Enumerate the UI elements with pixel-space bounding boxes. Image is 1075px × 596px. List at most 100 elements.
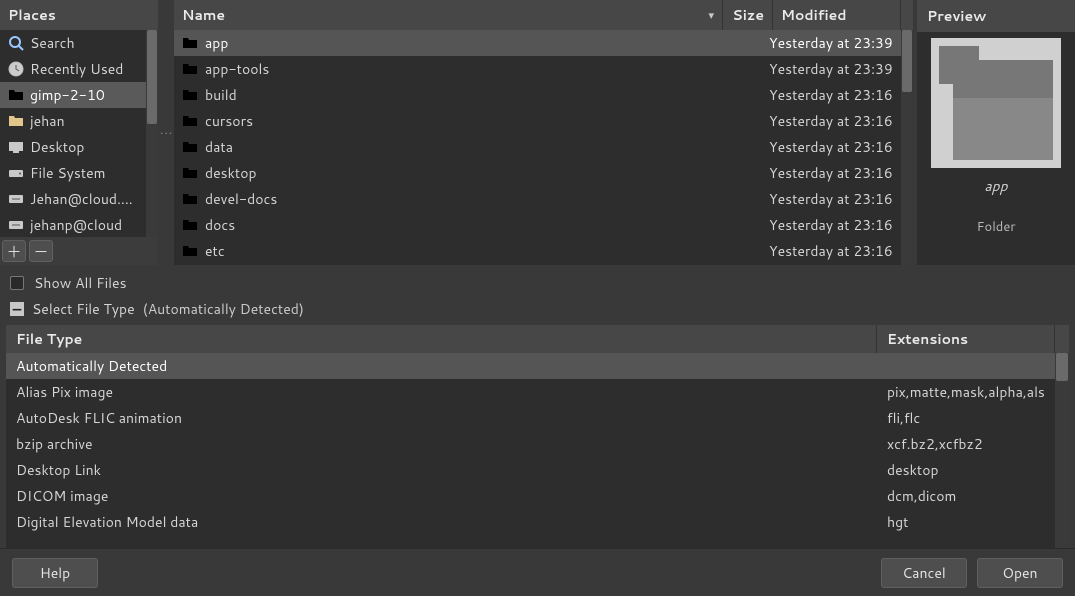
file-type-row[interactable]: DICOM image dcm,dicom (6, 483, 1055, 509)
file-row[interactable]: cursors Yesterday at 23:16 (174, 108, 901, 134)
places-item-label: File System (30, 163, 106, 183)
file-type-row[interactable]: Digital Elevation Model data hgt (6, 509, 1055, 535)
file-type-row[interactable]: Automatically Detected (6, 353, 1055, 379)
places-item-label: jehan (30, 111, 65, 131)
show-all-files-label: Show All Files (34, 273, 127, 293)
file-list-scrollbar-thumb[interactable] (902, 30, 912, 92)
file-name-label: desktop (205, 163, 257, 183)
file-type-header: File Type Extensions (6, 325, 1069, 353)
folder-icon (182, 191, 198, 207)
dialog-button-bar: Help Cancel Open (0, 548, 1075, 596)
sort-indicator-icon: ▾ (708, 7, 714, 23)
places-item-cloud2[interactable]: jehanp@cloud (0, 212, 146, 237)
places-scrollbar[interactable] (146, 30, 158, 237)
file-name-label: build (205, 85, 237, 105)
places-item-cloud1[interactable]: Jehan@cloud.... (0, 186, 146, 212)
file-type-row[interactable]: Alias Pix image pix,matte,mask,alpha,als (6, 379, 1055, 405)
file-type-label: AutoDesk FLIC animation (6, 408, 877, 428)
column-header-modified[interactable]: Modified (773, 0, 901, 30)
folder-icon (182, 61, 198, 77)
file-modified-label: Yesterday at 23:16 (765, 241, 893, 261)
file-type-extensions: xcf.bz2,xcfbz2 (877, 434, 1055, 454)
file-rows: app Yesterday at 23:39 app-tools Yesterd… (174, 30, 901, 265)
places-item-gimp[interactable]: gimp-2-10 (0, 82, 146, 108)
expander-toggle-icon[interactable]: − (10, 302, 24, 316)
places-item-label: gimp-2-10 (30, 85, 105, 105)
places-item-jehan[interactable]: jehan (0, 108, 146, 134)
places-scrollbar-thumb[interactable] (147, 30, 157, 124)
help-button[interactable]: Help (12, 558, 98, 588)
places-item-label: Jehan@cloud.... (30, 189, 133, 209)
cancel-button[interactable]: Cancel (881, 558, 967, 588)
places-item-fs[interactable]: File System (0, 160, 146, 186)
file-type-label: Automatically Detected (6, 356, 877, 376)
folder-icon (182, 87, 198, 103)
file-type-label: Digital Elevation Model data (6, 512, 877, 532)
preview-item-kind: Folder (977, 218, 1016, 236)
file-list-panel: Name ▾ Size Modified app Yesterday at 23… (174, 0, 913, 265)
file-name-label: app-tools (205, 59, 269, 79)
remove-bookmark-button[interactable]: － (29, 240, 53, 262)
file-name-label: data (205, 137, 233, 157)
column-header-size[interactable]: Size (723, 0, 773, 30)
file-name-label: etc (205, 241, 225, 261)
places-item-label: Recently Used (30, 59, 123, 79)
places-panel: Places Search Recently Used gimp-2-10 je… (0, 0, 158, 265)
file-row[interactable]: docs Yesterday at 23:16 (174, 212, 901, 238)
file-type-extensions: dcm,dicom (877, 486, 1055, 506)
file-row[interactable]: devel-docs Yesterday at 23:16 (174, 186, 901, 212)
selected-file-type-label: (Automatically Detected) (143, 299, 304, 319)
file-type-label: DICOM image (6, 486, 877, 506)
places-item-label: Desktop (30, 137, 84, 157)
preview-thumbnail (931, 38, 1061, 168)
search-icon (8, 35, 24, 51)
show-all-files-row[interactable]: Show All Files (10, 273, 1065, 293)
open-button[interactable]: Open (977, 558, 1063, 588)
drive-icon (8, 165, 24, 181)
preview-panel: Preview app Folder (917, 0, 1075, 265)
places-item-search[interactable]: Search (0, 30, 146, 56)
net-icon (8, 191, 24, 207)
preview-header: Preview (917, 0, 1075, 32)
places-item-desktop[interactable]: Desktop (0, 134, 146, 160)
clock-icon (8, 61, 24, 77)
file-name-label: app (205, 33, 228, 53)
splitter-handle[interactable]: ⋮ (162, 0, 170, 265)
file-type-scrollbar-thumb[interactable] (1056, 353, 1068, 381)
file-row[interactable]: etc Yesterday at 23:16 (174, 238, 901, 264)
places-item-recent[interactable]: Recently Used (0, 56, 146, 82)
file-type-label: bzip archive (6, 434, 877, 454)
file-type-scrollbar[interactable] (1055, 353, 1069, 548)
file-modified-label: Yesterday at 23:39 (765, 59, 893, 79)
file-list-header: Name ▾ Size Modified (174, 0, 913, 30)
places-item-label: Search (30, 33, 75, 53)
file-row[interactable]: data Yesterday at 23:16 (174, 134, 901, 160)
file-type-extensions: desktop (877, 460, 1055, 480)
file-modified-label: Yesterday at 23:16 (765, 189, 893, 209)
file-type-row[interactable]: Desktop Link desktop (6, 457, 1055, 483)
file-row[interactable]: build Yesterday at 23:16 (174, 82, 901, 108)
folder-icon (182, 35, 198, 51)
show-all-files-checkbox[interactable] (10, 276, 24, 290)
preview-item-name: app (984, 176, 1007, 196)
folder-icon (182, 217, 198, 233)
file-row[interactable]: app-tools Yesterday at 23:39 (174, 56, 901, 82)
column-header-name[interactable]: Name ▾ (174, 0, 723, 30)
file-modified-label: Yesterday at 23:16 (765, 85, 893, 105)
places-item-label: jehanp@cloud (30, 215, 122, 235)
column-header-extensions[interactable]: Extensions (877, 325, 1055, 353)
file-type-row[interactable]: AutoDesk FLIC animation fli,flc (6, 405, 1055, 431)
file-type-extensions: fli,flc (877, 408, 1055, 428)
file-type-expander[interactable]: − Select File Type (Automatically Detect… (10, 299, 1065, 319)
add-bookmark-button[interactable]: ＋ (2, 240, 26, 262)
file-row[interactable]: desktop Yesterday at 23:16 (174, 160, 901, 186)
places-button-bar: ＋ － (0, 237, 158, 265)
desk-icon (8, 139, 24, 155)
file-name-label: docs (205, 215, 235, 235)
column-header-file-type[interactable]: File Type (6, 325, 877, 353)
file-list-scrollbar[interactable] (901, 30, 913, 265)
file-modified-label: Yesterday at 23:39 (765, 33, 893, 53)
select-file-type-label: Select File Type (32, 299, 135, 319)
file-row[interactable]: app Yesterday at 23:39 (174, 30, 901, 56)
file-type-row[interactable]: bzip archive xcf.bz2,xcfbz2 (6, 431, 1055, 457)
